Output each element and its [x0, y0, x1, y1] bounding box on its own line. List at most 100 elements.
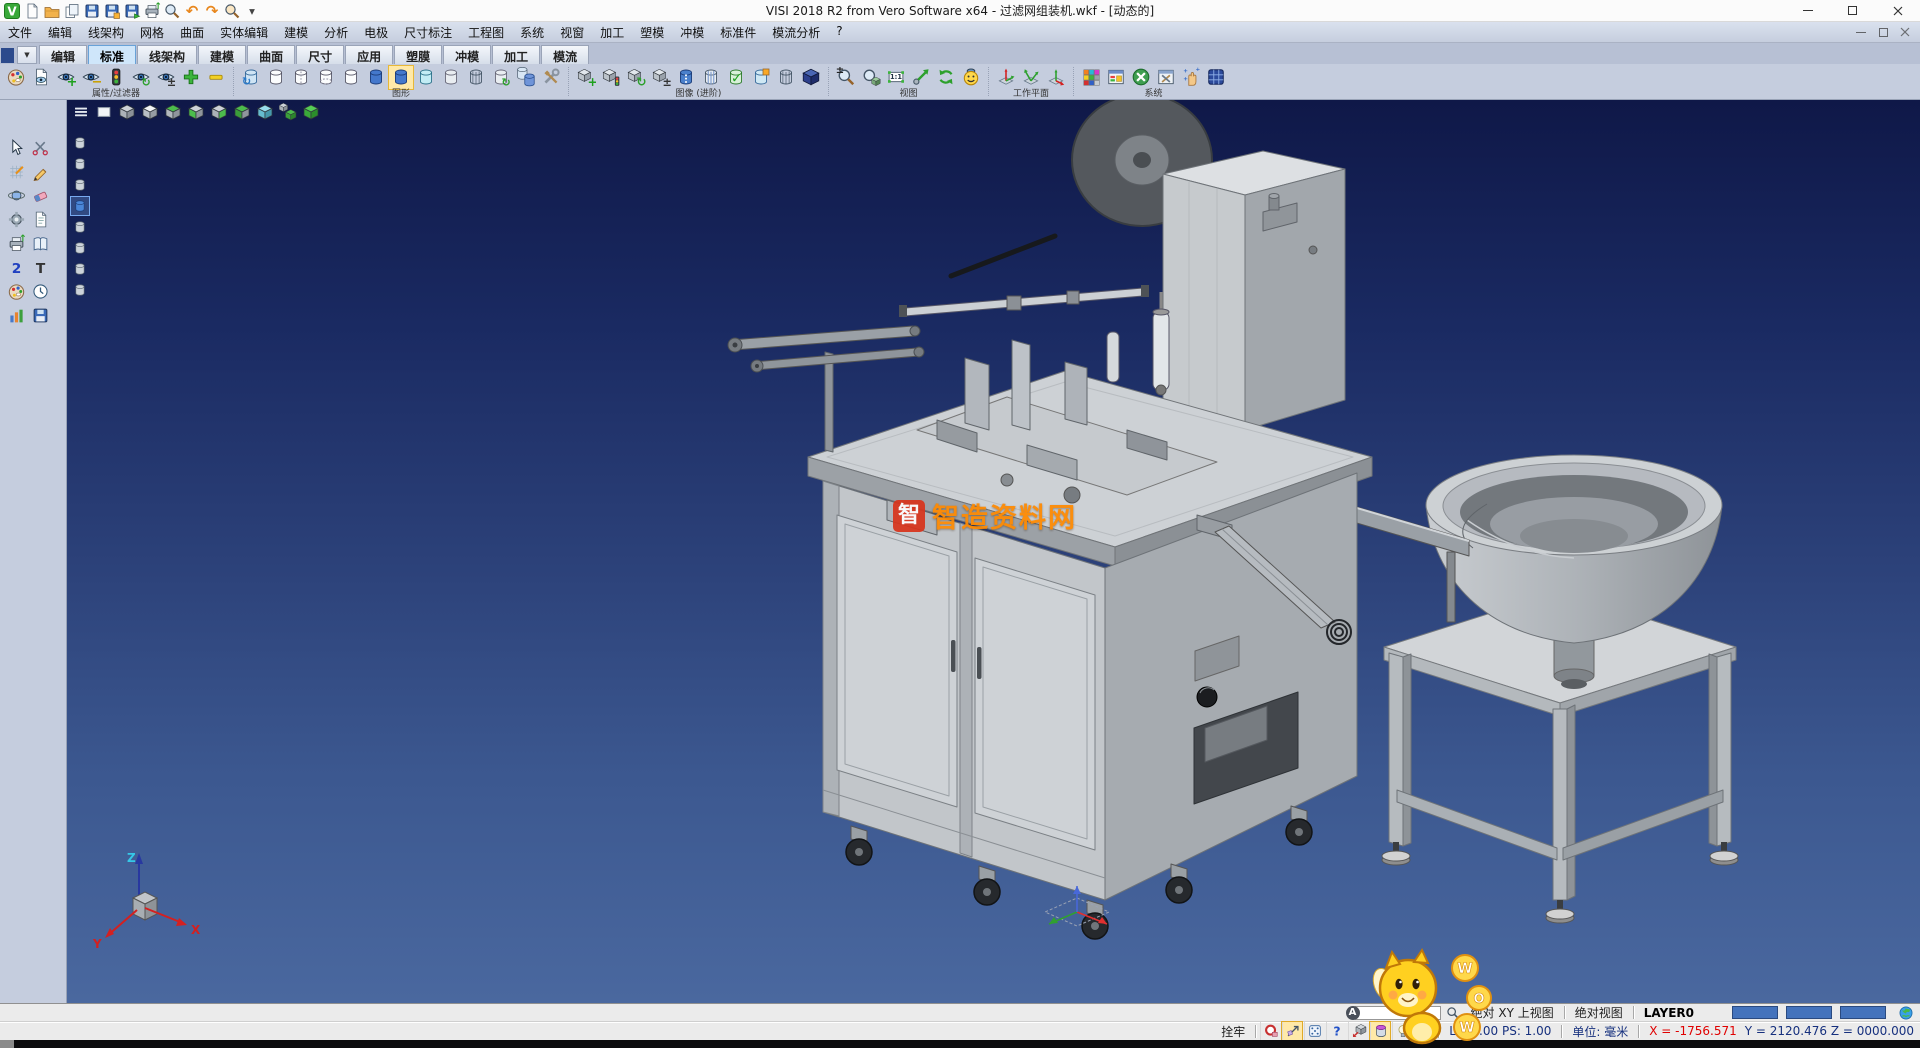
- grid-toggle-icon[interactable]: [1414, 1022, 1434, 1040]
- visibility-refresh-icon[interactable]: ↻: [129, 66, 153, 89]
- image-validate-icon[interactable]: ✓: [724, 66, 748, 89]
- export-icon[interactable]: [123, 2, 141, 20]
- menu-standard-parts[interactable]: 标准件: [712, 22, 764, 43]
- text-tool-icon[interactable]: T: [31, 258, 50, 277]
- menu-window[interactable]: 视窗: [552, 22, 592, 43]
- mdi-restore-button[interactable]: [1873, 25, 1893, 40]
- render-mode-icon[interactable]: [959, 66, 983, 89]
- dice-icon[interactable]: [1304, 1022, 1324, 1040]
- transparent-style-icon[interactable]: [414, 66, 438, 89]
- qat-more-dropdown[interactable]: ▼: [243, 2, 261, 20]
- view-front-icon[interactable]: [162, 102, 183, 122]
- tab-apply[interactable]: 应用: [345, 45, 393, 64]
- color-palette-icon[interactable]: [1079, 66, 1103, 89]
- light-icon[interactable]: [1392, 1022, 1412, 1040]
- attributes-icon[interactable]: [4, 66, 28, 89]
- filter-add-icon[interactable]: [179, 66, 203, 89]
- lock-toggle[interactable]: 拴牢: [1215, 1023, 1251, 1040]
- menu-dimension[interactable]: 尺寸标注: [396, 22, 460, 43]
- notes-icon[interactable]: [31, 210, 50, 229]
- status-search-icon[interactable]: [1445, 1005, 1461, 1021]
- view-multi-icon[interactable]: [277, 102, 298, 122]
- plot-icon[interactable]: ↑: [143, 2, 161, 20]
- tab-edit[interactable]: 编辑: [39, 45, 87, 64]
- mdi-minimize-button[interactable]: [1851, 25, 1871, 40]
- analysis-chart-icon[interactable]: [7, 306, 26, 325]
- menu-file[interactable]: 文件: [0, 22, 40, 43]
- graphics-settings-icon[interactable]: [539, 66, 563, 89]
- trim-icon[interactable]: [31, 138, 50, 157]
- menu-system[interactable]: 系统: [512, 22, 552, 43]
- workplane-align-icon[interactable]: [1044, 66, 1068, 89]
- maximize-button[interactable]: [1830, 0, 1875, 22]
- dynamic-view-icon[interactable]: [909, 66, 933, 89]
- window-tools-icon[interactable]: [1154, 66, 1178, 89]
- save-icon[interactable]: [83, 2, 101, 20]
- tab-modeling[interactable]: 建模: [198, 45, 246, 64]
- tab-dimension[interactable]: 尺寸: [296, 45, 344, 64]
- hide-entities-icon[interactable]: −: [79, 66, 103, 89]
- menu-mesh[interactable]: 网格: [132, 22, 172, 43]
- refresh-view-icon[interactable]: [934, 66, 958, 89]
- tabs-dropdown-button[interactable]: ▼: [17, 46, 37, 64]
- strip-filter-2[interactable]: [71, 155, 89, 173]
- menu-die[interactable]: 冲模: [672, 22, 712, 43]
- system-tools-icon[interactable]: [1129, 66, 1153, 89]
- tab-wireframe[interactable]: 线架构: [137, 45, 197, 64]
- menu-machining[interactable]: 加工: [592, 22, 632, 43]
- undo-icon[interactable]: ↶: [183, 2, 201, 20]
- open-file-icon[interactable]: [43, 2, 61, 20]
- image-cube-icon[interactable]: [799, 66, 823, 89]
- zoom-in-out-icon[interactable]: ±: [834, 66, 858, 89]
- grid-settings-icon[interactable]: [1204, 66, 1228, 89]
- window-colors-icon[interactable]: [1104, 66, 1128, 89]
- image-refresh-icon[interactable]: ↻: [624, 66, 648, 89]
- menu-drawing[interactable]: 工程图: [460, 22, 512, 43]
- visi-logo[interactable]: V: [3, 2, 21, 20]
- dashed-style-icon[interactable]: [314, 66, 338, 89]
- tab-flow[interactable]: 模流: [541, 45, 589, 64]
- status-search-input[interactable]: [1355, 1006, 1441, 1020]
- redraw-icon[interactable]: ↻: [239, 66, 263, 89]
- menu-electrode[interactable]: 电极: [356, 22, 396, 43]
- strip-filter-6[interactable]: [71, 239, 89, 257]
- copy-view-icon[interactable]: [514, 66, 538, 89]
- view-shaded-icon[interactable]: [300, 102, 321, 122]
- orbit-icon[interactable]: [7, 186, 26, 205]
- menu-modeling[interactable]: 建模: [276, 22, 316, 43]
- colors-icon[interactable]: [7, 282, 26, 301]
- strip-filter-4[interactable]: [71, 197, 89, 215]
- settings-gear-icon[interactable]: [7, 210, 26, 229]
- zoom-1to1-icon[interactable]: 1:1: [884, 66, 908, 89]
- save-model-icon[interactable]: [31, 306, 50, 325]
- snap-icon[interactable]: [1260, 1022, 1280, 1040]
- viewport-menu-icon[interactable]: [70, 102, 91, 122]
- search-icon[interactable]: [223, 2, 241, 20]
- workplane-set-icon[interactable]: [994, 66, 1018, 89]
- tab-surface[interactable]: 曲面: [247, 45, 295, 64]
- viewport-plane-icon[interactable]: [93, 102, 114, 122]
- flat-style-icon[interactable]: [439, 66, 463, 89]
- viewport[interactable]: 智 智造资料网 Z X Y: [67, 100, 1920, 1003]
- visibility-traffic-icon[interactable]: [104, 66, 128, 89]
- history-icon[interactable]: [31, 282, 50, 301]
- strip-filter-1[interactable]: [71, 134, 89, 152]
- show-entities-icon[interactable]: +: [54, 66, 78, 89]
- strip-filter-8[interactable]: [71, 281, 89, 299]
- dynamic-rotate-icon[interactable]: [1348, 1022, 1368, 1040]
- select-cursor-icon[interactable]: [7, 138, 26, 157]
- menu-solid-edit[interactable]: 实体编辑: [212, 22, 276, 43]
- erase-icon[interactable]: [31, 186, 50, 205]
- menu-analysis[interactable]: 分析: [316, 22, 356, 43]
- view-bottom-icon[interactable]: [254, 102, 275, 122]
- view-back-icon[interactable]: [231, 102, 252, 122]
- menu-edit[interactable]: 编辑: [40, 22, 80, 43]
- image-traffic-icon[interactable]: [599, 66, 623, 89]
- view-mode-label[interactable]: 绝对 XY 上视图: [1465, 1004, 1560, 1021]
- menu-flow-analysis[interactable]: 模流分析: [764, 22, 828, 43]
- new-file-icon[interactable]: [23, 2, 41, 20]
- page-visibility-icon[interactable]: [29, 66, 53, 89]
- minimize-button[interactable]: [1785, 0, 1830, 22]
- filter-remove-icon[interactable]: [204, 66, 228, 89]
- print-icon[interactable]: ↑: [7, 234, 26, 253]
